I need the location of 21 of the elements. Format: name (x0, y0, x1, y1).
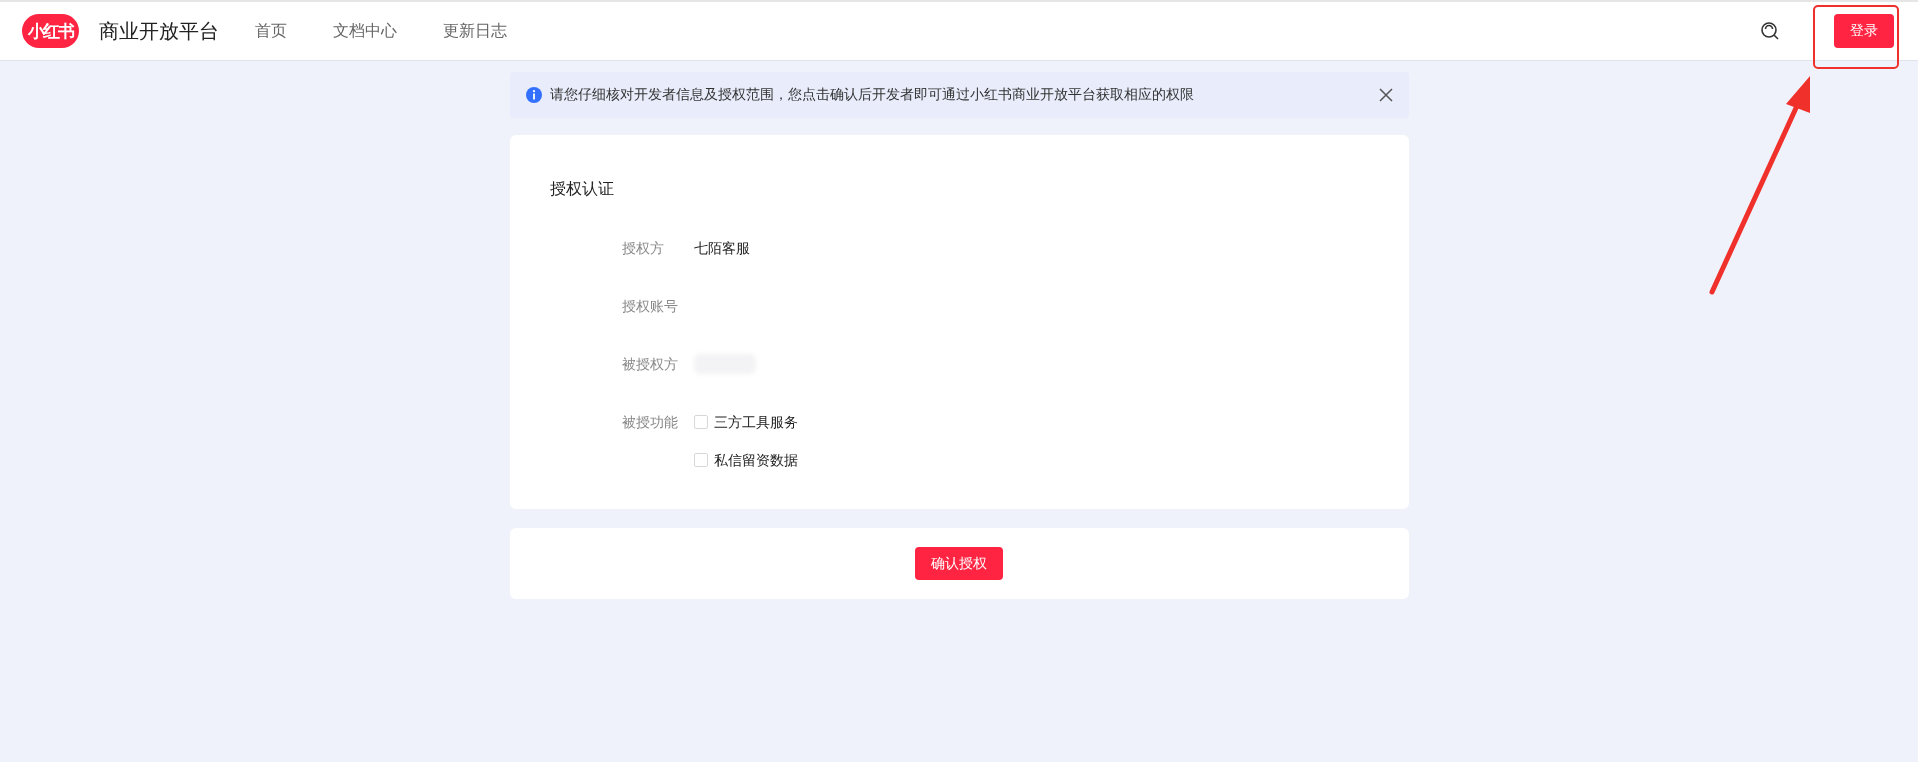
field-label: 被授功能 (621, 413, 679, 432)
close-icon[interactable] (1378, 88, 1393, 102)
confirm-button[interactable]: 确认授权 (915, 547, 1003, 580)
platform-title: 商业开放平台 (99, 17, 219, 45)
logo[interactable]: 小红书 (22, 14, 79, 48)
checkbox-label[interactable]: 私信留资数据 (713, 450, 798, 470)
field-value: 七陌客服 (693, 239, 750, 258)
field-label: 被授权方 (621, 355, 679, 374)
nav-link[interactable]: 更新日志 (443, 20, 507, 42)
info-icon (525, 87, 542, 103)
checkbox[interactable] (693, 453, 708, 467)
field-label: 授权账号 (621, 297, 679, 316)
checkbox[interactable] (693, 415, 708, 429)
card-title: 授权认证 (549, 179, 614, 200)
notice-text: 请您仔细核对开发者信息及授权范围，您点击确认后开发者即可通过小红书商业开放平台获取相应的权限 (549, 86, 1195, 104)
field-label: 授权方 (621, 239, 665, 258)
nav-link[interactable]: 首页 (255, 20, 287, 42)
search-icon[interactable] (1760, 21, 1780, 41)
login-button[interactable]: 登录 (1834, 14, 1894, 48)
nav-link[interactable]: 文档中心 (333, 20, 397, 42)
checkbox-label[interactable]: 三方工具服务 (713, 412, 798, 432)
